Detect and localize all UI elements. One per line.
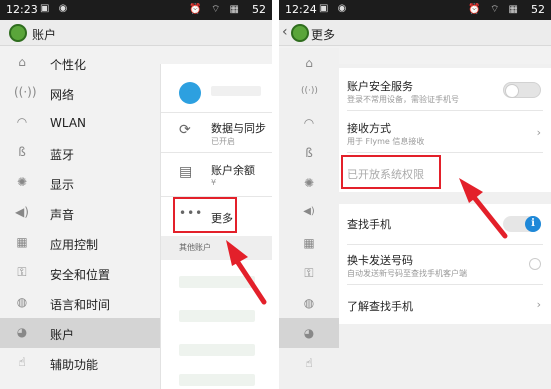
screen-accounts: 12:23 ▣ ◉ ⏰ ⌔ ▦ 52 账户 ⌂ 个性化 ((·)) 网络 ◠ WLAN… [0, 0, 272, 389]
pointer-arrow [226, 240, 267, 305]
pointer-arrow [459, 178, 508, 239]
screen-more: 12:24 ▣ ◉ ⏰ ⌔ ▦ 52 ‹ 更多 ⌂ ((·)) ◠ ß ✺ ◀)… [279, 0, 551, 389]
